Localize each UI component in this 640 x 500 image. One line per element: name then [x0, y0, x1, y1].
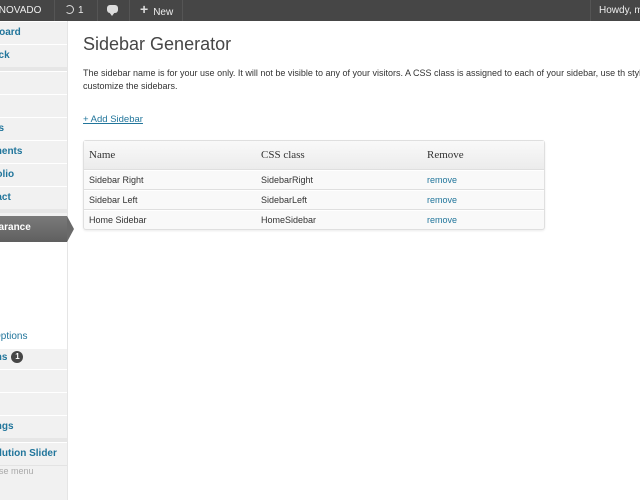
admin-menu: board ack s a es ments folio tact earanc… [0, 21, 68, 500]
menu-item-media[interactable]: a [0, 94, 67, 118]
menu-item-comments[interactable]: ments [0, 140, 67, 164]
submenu-item-options[interactable]: Options [0, 326, 67, 348]
sidebar-name-cell: Sidebar Right [84, 170, 256, 190]
menu-item-appearance[interactable]: earance [0, 216, 67, 242]
comment-icon [107, 5, 118, 17]
menu-item-plugins-label: ins [0, 352, 8, 363]
menu-separator [0, 209, 67, 213]
css-class-cell: SidebarRight [256, 170, 422, 190]
site-name: INOVADO [0, 5, 42, 16]
admin-bar: INOVADO 1 + New Howdy, m [0, 0, 640, 21]
collapse-menu-button[interactable]: ose menu [0, 466, 34, 476]
howdy-text: Howdy, m [599, 5, 640, 16]
remove-link[interactable]: remove [427, 195, 457, 205]
new-content-link[interactable]: + New [130, 0, 183, 21]
site-name-link[interactable]: INOVADO [0, 0, 55, 21]
plus-icon: + [140, 1, 149, 17]
menu-item-posts[interactable]: s [0, 71, 67, 95]
sidebar-name-cell: Home Sidebar [84, 210, 256, 229]
menu-item-portfolio[interactable]: folio [0, 163, 67, 187]
refresh-icon [65, 4, 74, 14]
menu-item-settings[interactable]: ings [0, 415, 67, 439]
css-class-cell: SidebarLeft [256, 190, 422, 210]
remove-link[interactable]: remove [427, 215, 457, 225]
menu-item-jetpack[interactable]: ack [0, 44, 67, 68]
add-sidebar-link[interactable]: + Add Sidebar [83, 114, 143, 125]
menu-item-revolution-slider[interactable]: olution Slider [0, 442, 67, 466]
column-header-css-class: CSS class [256, 141, 422, 170]
menu-item-users[interactable]: s [0, 369, 67, 393]
sidebar-name-cell: Sidebar Left [84, 190, 256, 210]
table-row: Home Sidebar HomeSidebar remove [84, 210, 544, 229]
page-title: Sidebar Generator [83, 34, 232, 54]
page-description: The sidebar name is for your use only. I… [83, 68, 640, 91]
updates-link[interactable]: 1 [55, 0, 98, 21]
remove-link[interactable]: remove [427, 175, 457, 185]
menu-item-plugins[interactable]: ins1 [0, 346, 67, 370]
column-header-name: Name [84, 141, 256, 170]
menu-item-contact[interactable]: tact [0, 186, 67, 210]
appearance-submenu: s Options [0, 242, 67, 349]
menu-item-dashboard[interactable]: board [0, 21, 67, 45]
comments-link[interactable] [98, 0, 130, 21]
plugins-update-badge: 1 [11, 351, 24, 363]
css-class-cell: HomeSidebar [256, 210, 422, 229]
menu-item-tools[interactable]: s [0, 392, 67, 416]
new-label: New [153, 7, 174, 18]
main-content: Sidebar Generator The sidebar name is fo… [83, 21, 640, 500]
sidebars-table: Name CSS class Remove Sidebar Right Side… [83, 140, 545, 230]
table-header-row: Name CSS class Remove [84, 141, 544, 170]
column-header-remove: Remove [422, 141, 544, 170]
menu-item-pages[interactable]: es [0, 117, 67, 141]
updates-count: 1 [78, 5, 84, 16]
table-row: Sidebar Left SidebarLeft remove [84, 190, 544, 210]
table-row: Sidebar Right SidebarRight remove [84, 170, 544, 190]
current-menu-arrow [67, 216, 74, 242]
account-link[interactable]: Howdy, m [590, 0, 640, 21]
